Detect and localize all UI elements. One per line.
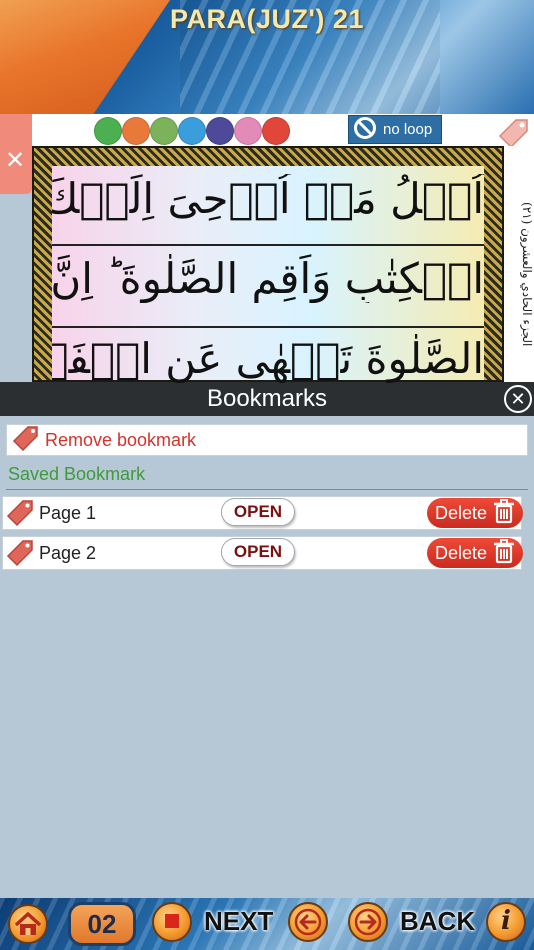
- color-swatches: [94, 117, 290, 145]
- delete-bookmark-button[interactable]: Delete: [427, 498, 523, 528]
- page-number-badge[interactable]: 02: [68, 902, 136, 946]
- bookmark-tag-icon[interactable]: [496, 118, 530, 149]
- color-swatch-pink[interactable]: [234, 117, 262, 145]
- close-icon: ✕: [5, 147, 26, 174]
- color-swatch-blue[interactable]: [178, 117, 206, 145]
- home-button[interactable]: [8, 904, 48, 944]
- no-loop-icon: [353, 116, 383, 144]
- bookmarks-title: Bookmarks: [206, 385, 328, 412]
- divider: [6, 489, 528, 490]
- delete-label: Delete: [435, 542, 488, 563]
- color-swatch-orange[interactable]: [122, 117, 150, 145]
- quran-text-area: اُتۡلُ مَاۤ اُوۡحِیَ اِلَیۡكَ مِنَ الۡكِ…: [52, 166, 484, 383]
- page-title: PARA(JUZ') 21: [170, 4, 364, 34]
- info-button[interactable]: i: [486, 902, 526, 942]
- juz-side-note: الجزء الحادي والعشرون (٢١): [504, 146, 534, 382]
- bookmark-row: Page 2 OPEN Delete: [2, 536, 523, 572]
- close-bookmarks-button[interactable]: ✕: [504, 385, 532, 413]
- close-icon: ✕: [510, 389, 526, 409]
- next-button[interactable]: NEXT: [204, 906, 273, 937]
- open-bookmark-button[interactable]: OPEN: [221, 498, 295, 526]
- ayah-line-1: اُتۡلُ مَاۤ اُوۡحِیَ اِلَیۡكَ مِنَ: [52, 174, 484, 223]
- bookmark-page-label: Page 1: [39, 503, 97, 523]
- color-swatch-olive[interactable]: [150, 117, 178, 145]
- bookmark-page-label: Page 2: [39, 543, 97, 563]
- color-swatch-red[interactable]: [262, 117, 290, 145]
- trash-icon: [487, 498, 517, 529]
- previous-arrow-button[interactable]: [288, 902, 328, 942]
- forward-arrow-button[interactable]: [348, 902, 388, 942]
- bookmark-tag-icon: [5, 539, 35, 572]
- remove-bookmark-label: Remove bookmark: [45, 429, 197, 450]
- loop-toggle-button[interactable]: no loop: [348, 115, 442, 144]
- trash-icon: [487, 538, 517, 569]
- ayah-line-3: الصَّلٰوةَ تَنۡهٰی عَنِ الۡفَحۡشَآءِ: [52, 334, 484, 383]
- delete-label: Delete: [435, 502, 488, 523]
- open-bookmark-button[interactable]: OPEN: [221, 538, 295, 566]
- bookmarks-bar: Bookmarks ✕: [0, 382, 534, 416]
- info-icon: i: [501, 906, 511, 936]
- line-divider: [52, 326, 484, 328]
- loop-label: no loop: [383, 121, 433, 138]
- bookmarks-panel: Remove bookmark Saved Bookmark Page 1 OP…: [0, 416, 534, 950]
- saved-bookmark-heading: Saved Bookmark: [8, 464, 146, 484]
- delete-bookmark-button[interactable]: Delete: [427, 538, 523, 568]
- line-divider: [52, 244, 484, 246]
- controls-row: no loop: [0, 114, 534, 149]
- close-tab[interactable]: ✕: [0, 114, 32, 194]
- back-button[interactable]: BACK: [400, 906, 475, 937]
- bookmark-tag-icon: [5, 499, 35, 532]
- bookmark-tag-icon: [11, 425, 39, 456]
- color-swatch-indigo[interactable]: [206, 117, 234, 145]
- quran-page: اُتۡلُ مَاۤ اُوۡحِیَ اِلَیۡكَ مِنَ الۡكِ…: [32, 146, 504, 383]
- remove-bookmark-button[interactable]: Remove bookmark: [6, 424, 528, 456]
- ayah-line-2: الۡكِتٰبِ وَاَقِمِ الصَّلٰوةَ ؕ اِنَّ: [52, 254, 484, 303]
- bookmark-row: Page 1 OPEN Delete: [2, 496, 523, 532]
- stop-button[interactable]: [152, 902, 192, 942]
- color-swatch-green[interactable]: [94, 117, 122, 145]
- header-banner: PARA(JUZ') 21: [0, 0, 534, 114]
